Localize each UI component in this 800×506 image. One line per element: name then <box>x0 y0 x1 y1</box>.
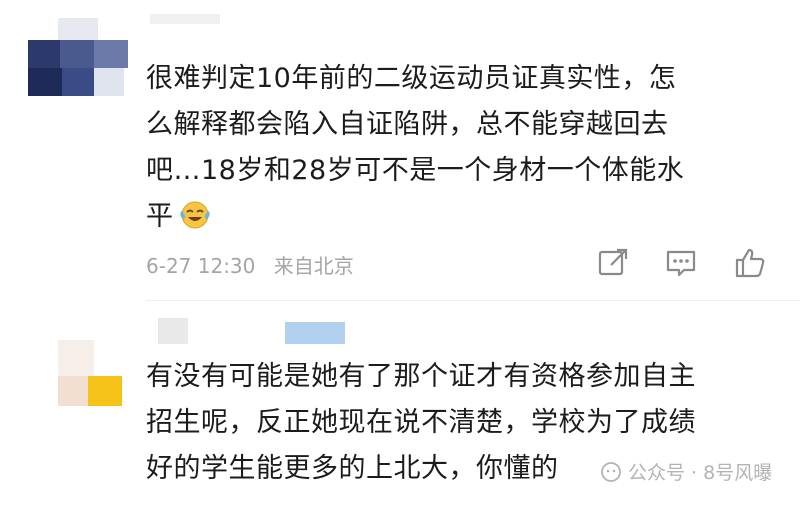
watermark: 公众号 · 8号风曝 <box>600 458 772 485</box>
share-icon[interactable] <box>596 246 630 280</box>
comment-line: 吧…18岁和28岁可不是一个身材一个体能水 <box>146 155 685 186</box>
comment-line: 么解释都会陷入自证陷阱，总不能穿越回去 <box>146 109 669 140</box>
comment-line: 平 <box>146 194 766 240</box>
comment-line: 很难判定10年前的二级运动员证真实性，怎 <box>146 63 677 94</box>
thumbs-up-icon[interactable] <box>733 246 767 280</box>
username-blur[interactable] <box>285 322 345 344</box>
comment-line: 招生呢，反正她现在说不清楚，学校为了成绩 <box>146 407 696 438</box>
timestamp: 6-27 12:30 <box>146 254 256 278</box>
comment-line: 有没有可能是她有了那个证才有资格参加自主 <box>146 361 696 392</box>
avatar[interactable] <box>28 18 128 98</box>
avatar[interactable] <box>58 340 128 410</box>
username-blur[interactable] <box>150 14 220 24</box>
watermark-text: 公众号 · 8号风曝 <box>628 462 773 484</box>
divider <box>146 300 800 301</box>
comment-icon[interactable] <box>664 246 698 280</box>
location: 来自北京 <box>273 254 354 278</box>
laugh-cry-emoji-icon <box>179 201 210 229</box>
username-blur[interactable] <box>158 318 188 344</box>
wechat-official-icon <box>601 461 621 482</box>
comment-meta: 6-27 12:30 来自北京 <box>146 250 366 279</box>
comment-text: 很难判定10年前的二级运动员证真实性，怎 么解释都会陷入自证陷阱，总不能穿越回去… <box>146 56 766 240</box>
